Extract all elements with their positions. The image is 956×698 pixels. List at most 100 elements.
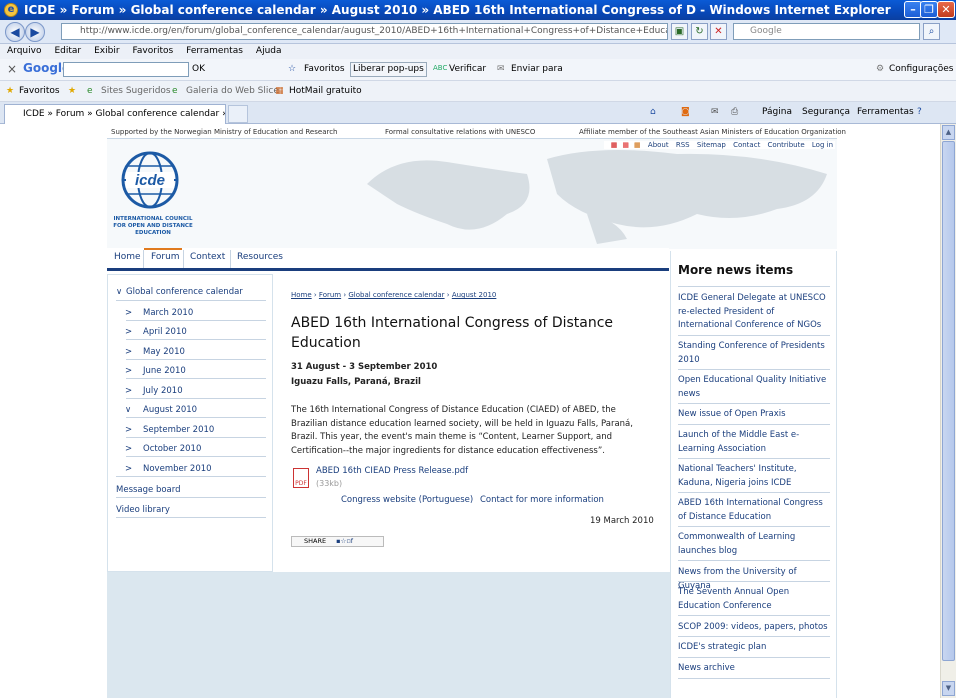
breadcrumb-forum[interactable]: Forum: [319, 291, 341, 299]
menu-file[interactable]: Arquivo: [7, 44, 41, 59]
news-item[interactable]: ICDE General Delegate at UNESCO re-elect…: [678, 292, 830, 333]
sidebar-item-may[interactable]: May 2010: [143, 347, 185, 357]
search-input[interactable]: Google: [733, 23, 920, 40]
news-item[interactable]: Launch of the Middle East e-Learning Ass…: [678, 429, 830, 456]
nav-context[interactable]: Context: [190, 252, 225, 262]
share-button[interactable]: SHARE ▪☆▫f: [291, 536, 384, 547]
sidebar-item-june[interactable]: June 2010: [143, 366, 186, 376]
pdf-link[interactable]: ABED 16th CIEAD Press Release.pdf: [316, 466, 468, 476]
nav-resources[interactable]: Resources: [237, 252, 283, 262]
breadcrumb-august[interactable]: August 2010: [452, 291, 497, 299]
strip-right: Affiliate member of the Southeast Asian …: [579, 128, 846, 136]
webslice-link[interactable]: Galeria do Web Slice: [186, 86, 279, 96]
breadcrumb: Home › Forum › Global conference calenda…: [291, 291, 497, 299]
close-button[interactable]: ✕: [937, 1, 955, 18]
sidebar-item-video-library[interactable]: Video library: [116, 505, 170, 515]
sidebar-heading[interactable]: Global conference calendar: [126, 287, 243, 297]
sidebar-item-march[interactable]: March 2010: [143, 308, 193, 318]
compat-view-icon[interactable]: ▣: [671, 23, 688, 40]
sidebar-item-july[interactable]: July 2010: [143, 386, 183, 396]
refresh-icon[interactable]: ↻: [691, 23, 708, 40]
settings-button[interactable]: Configurações: [889, 64, 953, 74]
icde-logo-icon[interactable]: icde: [120, 150, 180, 210]
maximize-button[interactable]: ❐: [920, 1, 938, 18]
menu-favorites[interactable]: Favoritos: [133, 44, 174, 59]
top-link-login[interactable]: Log in: [812, 141, 833, 149]
top-link-rss[interactable]: RSS: [676, 141, 690, 149]
sidebar-item-october[interactable]: October 2010: [143, 444, 201, 454]
mail-icon[interactable]: ✉: [711, 107, 719, 117]
divider: [678, 458, 830, 459]
breadcrumb-home[interactable]: Home: [291, 291, 312, 299]
news-item[interactable]: Standing Conference of Presidents 2010: [678, 340, 830, 367]
scroll-up-button[interactable]: ▲: [942, 125, 955, 140]
contact-link[interactable]: Contact for more information: [480, 495, 604, 505]
news-item[interactable]: The Seventh Annual Open Education Confer…: [678, 586, 830, 613]
menu-view[interactable]: Exibir: [94, 44, 119, 59]
news-item[interactable]: New issue of Open Praxis: [678, 408, 830, 422]
page-menu[interactable]: Página: [762, 107, 792, 117]
google-favorites-button[interactable]: Favoritos: [304, 64, 345, 74]
flag-cn-icon[interactable]: ▦: [622, 141, 629, 149]
flag-uk-icon[interactable]: ▦: [611, 141, 618, 149]
help-icon[interactable]: ?: [917, 107, 922, 117]
news-archive-link[interactable]: News archive: [678, 662, 830, 676]
menu-edit[interactable]: Editar: [54, 44, 81, 59]
top-link-sitemap[interactable]: Sitemap: [697, 141, 726, 149]
spellcheck-icon[interactable]: ABC: [433, 64, 447, 72]
tools-menu[interactable]: Ferramentas: [857, 107, 914, 117]
nav-home[interactable]: Home: [114, 252, 141, 262]
security-menu[interactable]: Segurança: [802, 107, 850, 117]
news-item[interactable]: Commonwealth of Learning launches blog: [678, 531, 830, 558]
rss-icon[interactable]: ◙: [681, 107, 690, 117]
news-item[interactable]: National Teachers' Institute, Kaduna, Ni…: [678, 463, 830, 490]
tab-icde[interactable]: ICDE » Forum » Global conference calenda…: [4, 104, 226, 124]
chevron-right-icon: >: [125, 347, 133, 357]
add-favorite-icon[interactable]: ★: [68, 86, 76, 96]
nav-divider: [143, 250, 144, 268]
toolbar-close-button[interactable]: ×: [7, 62, 17, 76]
spellcheck-button[interactable]: Verificar: [449, 64, 486, 74]
settings-icon: ⚙: [876, 64, 885, 74]
suggested-sites-link[interactable]: Sites Sugeridos: [101, 86, 171, 96]
news-item[interactable]: ABED 16th International Congress of Dist…: [678, 497, 830, 524]
stop-icon[interactable]: ✕: [710, 23, 727, 40]
back-button[interactable]: ◀: [5, 22, 25, 42]
hotmail-link[interactable]: HotMail gratuito: [289, 86, 362, 96]
share-icons: ▪☆▫f: [336, 537, 354, 545]
sidebar-item-april[interactable]: April 2010: [143, 327, 187, 337]
top-link-contact[interactable]: Contact: [733, 141, 760, 149]
sidebar-item-september[interactable]: September 2010: [143, 425, 214, 435]
news-item[interactable]: ICDE's strategic plan: [678, 641, 830, 655]
sidebar-item-message-board[interactable]: Message board: [116, 485, 181, 495]
scroll-down-button[interactable]: ▼: [942, 681, 955, 696]
nav-forum[interactable]: Forum: [151, 252, 180, 262]
top-link-about[interactable]: About: [648, 141, 669, 149]
favorites-star-icon[interactable]: ☆: [288, 64, 296, 74]
top-links: ▦ ▦ ▦ About RSS Sitemap Contact Contribute…: [603, 141, 835, 149]
vertical-scrollbar[interactable]: ▲ ▼: [940, 124, 956, 698]
news-item[interactable]: Open Educational Quality Initiative news: [678, 374, 830, 401]
menu-tools[interactable]: Ferramentas: [186, 44, 243, 59]
sidebar-item-november[interactable]: November 2010: [143, 464, 212, 474]
top-link-contribute[interactable]: Contribute: [768, 141, 805, 149]
forward-button[interactable]: ▶: [25, 22, 45, 42]
address-bar[interactable]: http://www.icde.org/en/forum/global_conf…: [61, 23, 668, 40]
search-icon[interactable]: ⌕: [923, 23, 940, 40]
congress-website-link[interactable]: Congress website (Portuguese): [341, 495, 473, 505]
new-tab-button[interactable]: [228, 105, 248, 123]
sidebar-item-august[interactable]: August 2010: [143, 405, 197, 415]
print-icon[interactable]: ⎙: [731, 107, 738, 117]
send-to-button[interactable]: Enviar para: [511, 64, 563, 74]
news-item[interactable]: SCOP 2009: videos, papers, photos: [678, 621, 830, 635]
menu-help[interactable]: Ajuda: [256, 44, 282, 59]
google-search-input[interactable]: [63, 62, 189, 77]
google-ok-button[interactable]: OK: [192, 64, 205, 74]
scroll-thumb[interactable]: [942, 141, 955, 661]
home-icon[interactable]: ⌂: [650, 107, 656, 117]
flag-es-icon[interactable]: ▦: [634, 141, 641, 149]
divider: [678, 526, 830, 527]
popup-blocker-button[interactable]: Liberar pop-ups: [350, 62, 427, 77]
breadcrumb-calendar[interactable]: Global conference calendar: [348, 291, 444, 299]
favorites-button[interactable]: Favoritos: [19, 86, 60, 96]
